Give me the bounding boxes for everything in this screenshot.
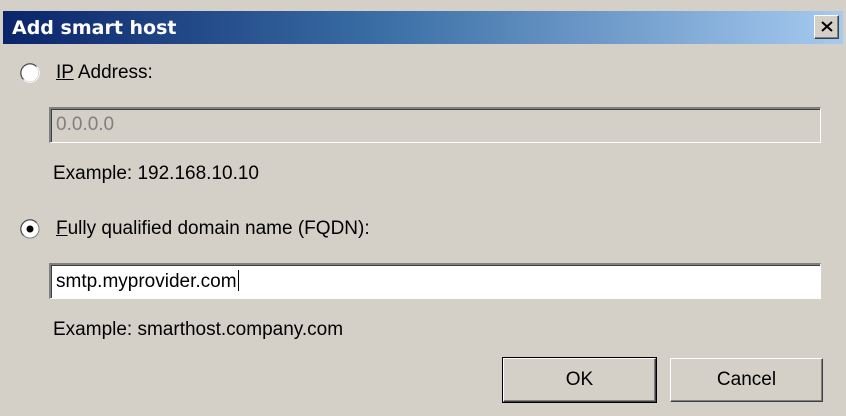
fqdn-radio[interactable] <box>20 219 40 239</box>
ip-address-radio[interactable] <box>20 63 40 83</box>
dialog-title: Add smart host <box>12 17 177 39</box>
close-icon <box>821 21 833 32</box>
radio-unchecked-icon <box>20 63 40 83</box>
text-caret <box>237 270 239 291</box>
ok-button[interactable]: OK <box>502 357 657 403</box>
close-button[interactable] <box>814 15 839 39</box>
fqdn-value: smtp.myprovider.com <box>56 271 237 292</box>
title-bar: Add smart host <box>3 11 843 44</box>
fqdn-example-text: Example: smarthost.company.com <box>53 319 344 340</box>
ip-address-field[interactable]: 0.0.0.0 <box>49 107 821 143</box>
add-smart-host-dialog: Add smart host IP Address: 0.0.0.0 Examp… <box>0 0 846 416</box>
cancel-button[interactable]: Cancel <box>670 358 823 402</box>
fqdn-field[interactable]: smtp.myprovider.com <box>49 263 821 299</box>
fqdn-radio-option[interactable]: Fully qualified domain name (FQDN): <box>20 218 370 240</box>
radio-checked-icon <box>20 219 40 239</box>
fqdn-label: Fully qualified domain name (FQDN): <box>56 218 370 239</box>
ip-example-text: Example: 192.168.10.10 <box>53 163 259 184</box>
ip-address-value: 0.0.0.0 <box>56 114 115 135</box>
ip-address-label: IP Address: <box>56 62 153 83</box>
ip-address-radio-option[interactable]: IP Address: <box>20 62 153 84</box>
